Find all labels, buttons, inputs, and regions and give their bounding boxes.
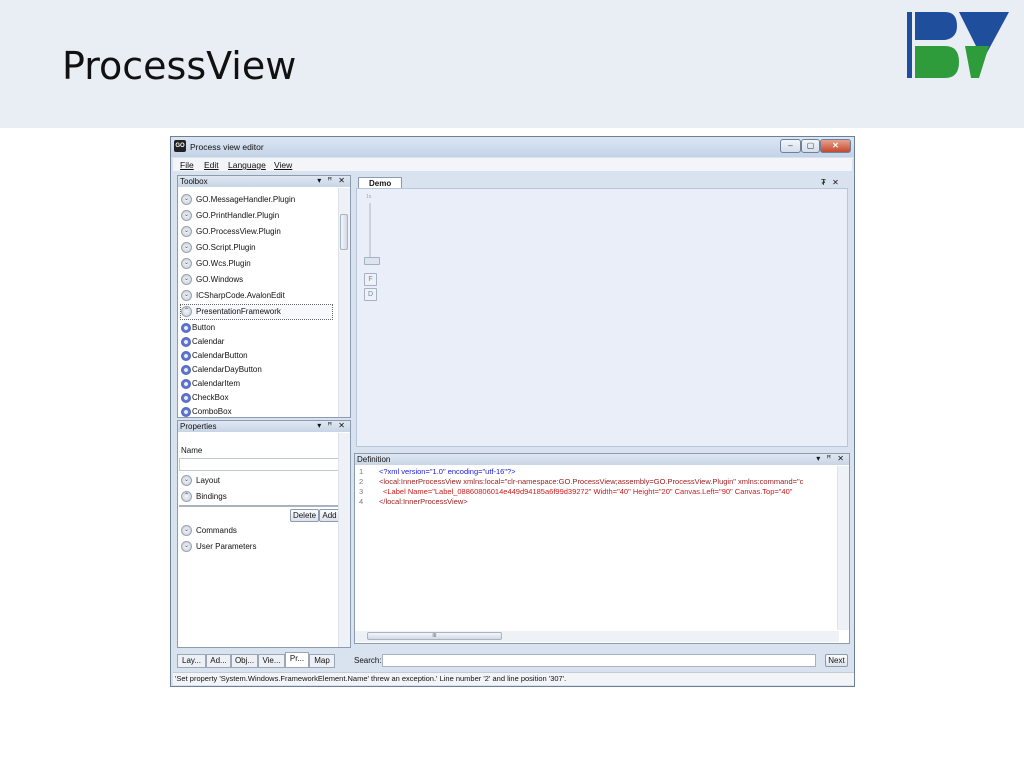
toolbox-item[interactable]: CalendarItem (181, 377, 240, 391)
chevron-up-icon: ⌃ (181, 491, 192, 503)
toolbox-group-selected[interactable]: ⌃ PresentationFramework (180, 304, 333, 320)
definition-hscroll-thumb[interactable]: III (367, 632, 502, 640)
delete-button[interactable]: Delete (290, 509, 319, 522)
add-button[interactable]: Add (319, 509, 340, 522)
toolbox-scroll-thumb[interactable] (340, 214, 348, 250)
chevron-down-icon: ⌄ (181, 226, 192, 238)
code-line[interactable]: 2 <local:InnerProcessView xmlns:local="cl… (359, 477, 803, 487)
default-button[interactable]: D (364, 288, 377, 301)
search-input[interactable] (382, 654, 816, 667)
toolbox-item[interactable]: CalendarDayButton (181, 363, 262, 377)
code-line[interactable]: 4 </local:InnerProcessView> (359, 497, 468, 507)
tab-view[interactable]: Vie... (258, 654, 285, 668)
properties-scrollbar[interactable] (338, 433, 350, 647)
properties-panel: Properties ▾ ꟸ ✕ Name ⌄ Layout ⌃ Bindings … (177, 420, 351, 648)
definition-header: Definition ▾ ꟸ ✕ (355, 454, 849, 465)
demo-panel-controls[interactable]: ₮ ✕ (821, 178, 841, 187)
gear-icon (181, 322, 191, 333)
gear-icon (181, 378, 191, 389)
title-bar[interactable]: GO Process view editor – ▢ ✕ (171, 137, 854, 157)
menu-file[interactable]: File (180, 160, 194, 170)
bindings-section[interactable]: ⌃ Bindings (181, 490, 227, 504)
chevron-down-icon: ⌄ (181, 525, 192, 537)
code-line[interactable]: 1 <?xml version="1.0" encoding="utf-16"?> (359, 467, 516, 477)
chevron-down-icon: ⌄ (181, 290, 192, 302)
bv-logo-icon (907, 12, 1009, 78)
definition-panel-controls[interactable]: ▾ ꟸ ✕ (816, 454, 846, 463)
chevron-down-icon: ⌄ (181, 242, 192, 254)
maximize-button[interactable]: ▢ (801, 139, 820, 153)
menu-view[interactable]: View (274, 160, 292, 170)
definition-panel: Definition ▾ ꟸ ✕ 1 <?xml version="1.0" en… (354, 453, 850, 644)
bindings-divider (179, 505, 339, 507)
gear-icon (181, 364, 191, 375)
name-label: Name (181, 446, 203, 455)
chevron-down-icon: ⌄ (181, 475, 192, 487)
gear-icon (181, 336, 191, 347)
properties-title: Properties (180, 422, 217, 431)
definition-vscrollbar[interactable] (837, 466, 849, 630)
properties-panel-controls[interactable]: ▾ ꟸ ✕ (317, 421, 347, 430)
chevron-down-icon: ⌄ (181, 274, 192, 286)
toolbox-item[interactable]: Button (181, 321, 215, 335)
next-button[interactable]: Next (825, 654, 848, 667)
chevron-down-icon: ⌄ (181, 210, 192, 222)
slide-title: ProcessView (62, 44, 297, 88)
toolbox-group[interactable]: ⌄ GO.Wcs.Plugin (181, 257, 251, 271)
chevron-down-icon: ⌄ (181, 541, 192, 553)
slide-header: ProcessView (0, 0, 1024, 128)
toolbox-panel-controls[interactable]: ▾ ꟸ ✕ (317, 176, 347, 185)
chevron-down-icon: ⌄ (181, 258, 192, 270)
menu-edit[interactable]: Edit (204, 160, 219, 170)
toolbox-panel: Toolbox ▾ ꟸ ✕ ⌄ GO.MessageHandler.Plugin … (177, 175, 351, 418)
zoom-slider-track[interactable] (369, 203, 371, 259)
process-view-editor-window: GO Process view editor – ▢ ✕ File Edit L… (170, 136, 855, 687)
toolbox-group[interactable]: ⌄ GO.Windows (181, 273, 243, 287)
tab-properties[interactable]: Pr... (285, 652, 309, 668)
tab-objects[interactable]: Obj... (231, 654, 258, 668)
go-app-icon: GO (174, 140, 186, 152)
fit-button[interactable]: F (364, 273, 377, 286)
window-title: Process view editor (190, 142, 264, 152)
commands-section[interactable]: ⌄ Commands (181, 524, 237, 538)
toolbox-item[interactable]: CalendarButton (181, 349, 248, 363)
zoom-level: 1x (366, 194, 372, 200)
chevron-up-icon: ⌃ (181, 306, 192, 318)
user-parameters-section[interactable]: ⌄ User Parameters (181, 540, 256, 554)
definition-title: Definition (357, 455, 391, 464)
tab-layout[interactable]: Lay... (177, 654, 206, 668)
properties-header: Properties ▾ ꟸ ✕ (178, 421, 350, 432)
toolbox-group[interactable]: ⌄ GO.Script.Plugin (181, 241, 256, 255)
layout-section[interactable]: ⌄ Layout (181, 474, 220, 488)
search-bar: Search: Next (354, 654, 850, 668)
toolbox-title: Toolbox (180, 177, 208, 186)
gear-icon (181, 392, 191, 403)
process-view-canvas[interactable]: 1x F D (356, 188, 848, 447)
zoom-slider-thumb[interactable] (364, 257, 380, 265)
toolbox-group[interactable]: ⌄ GO.ProcessView.Plugin (181, 225, 281, 239)
minimize-button[interactable]: – (780, 139, 801, 153)
gear-icon (181, 406, 191, 417)
toolbox-group[interactable]: ⌄ ICSharpCode.AvalonEdit (181, 289, 285, 303)
gear-icon (181, 350, 191, 361)
menu-language[interactable]: Language (228, 160, 266, 170)
name-input[interactable] (179, 458, 339, 471)
status-bar: 'Set property 'System.Windows.FrameworkE… (173, 672, 854, 685)
toolbox-scrollbar[interactable] (338, 188, 350, 417)
toolbox-group[interactable]: ⌄ GO.PrintHandler.Plugin (181, 209, 279, 223)
toolbox-header: Toolbox ▾ ꟸ ✕ (178, 176, 350, 187)
toolbox-item[interactable]: ComboBox (181, 405, 232, 417)
search-label: Search: (354, 656, 382, 665)
chevron-down-icon: ⌄ (181, 194, 192, 206)
toolbox-item[interactable]: CheckBox (181, 391, 228, 405)
code-line[interactable]: 3 <Label Name="Label_08860806014e449d9418… (359, 487, 792, 497)
menu-bar: File Edit Language View (173, 158, 852, 171)
tab-map[interactable]: Map (309, 654, 335, 668)
tab-add[interactable]: Ad... (206, 654, 231, 668)
toolbox-item[interactable]: Calendar (181, 335, 224, 349)
toolbox-group[interactable]: ⌄ GO.MessageHandler.Plugin (181, 193, 295, 207)
close-button[interactable]: ✕ (820, 139, 851, 153)
definition-hscrollbar[interactable]: III (355, 631, 839, 642)
